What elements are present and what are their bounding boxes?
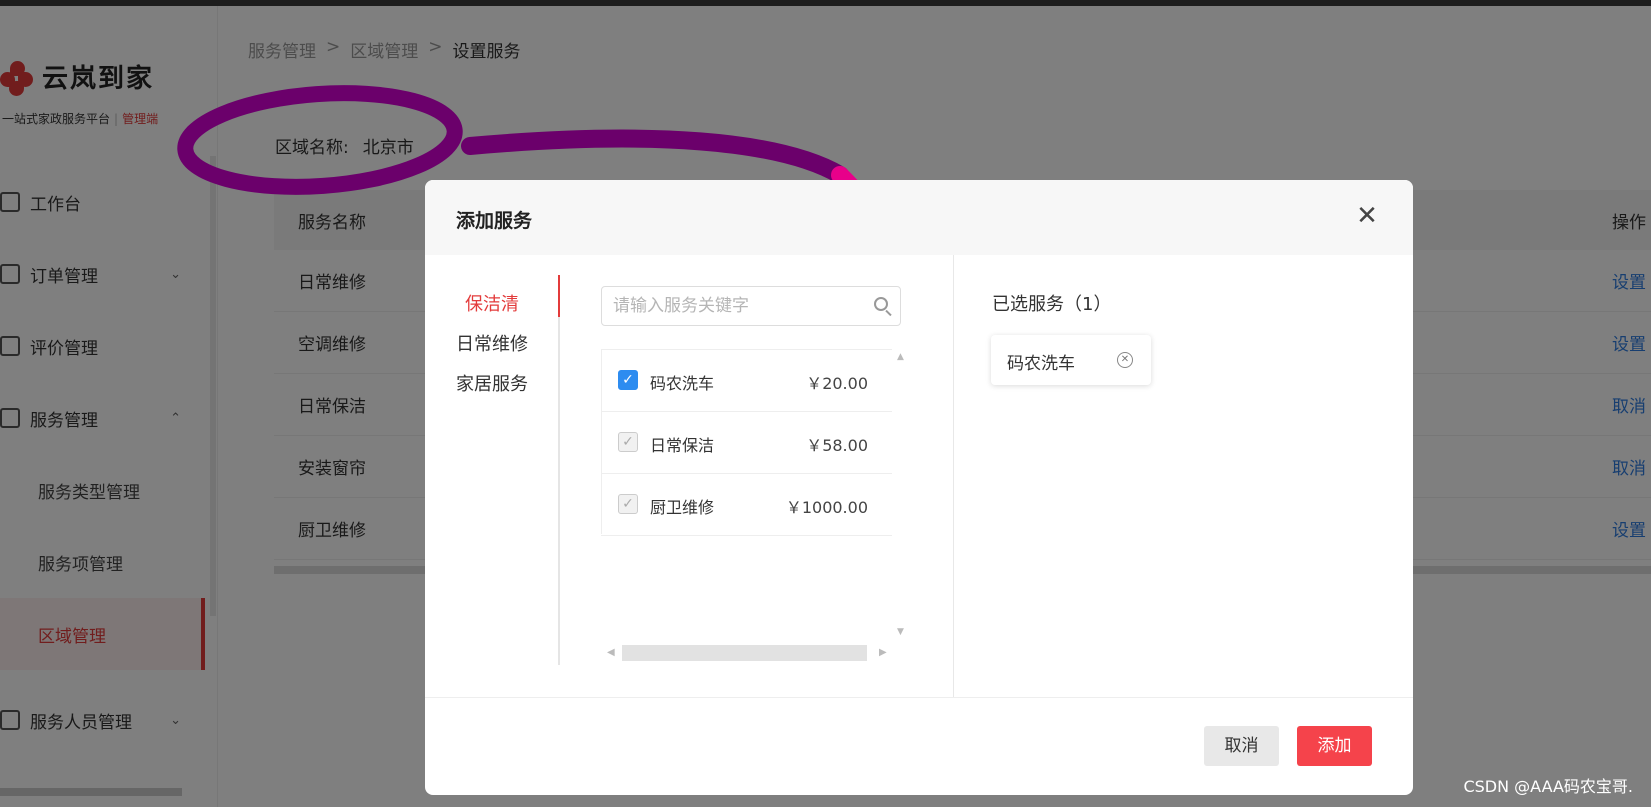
scroll-up-arrow-icon[interactable]: ▲ (897, 352, 904, 362)
dialog-footer: 取消 添加 (425, 697, 1413, 795)
category-item-cleaning[interactable]: 保洁清 (425, 275, 560, 325)
list-item[interactable]: ✓ 日常保洁 ￥58.00 (601, 412, 892, 474)
checkbox-checked-icon[interactable]: ✓ (618, 370, 638, 390)
search-input[interactable] (602, 287, 862, 325)
service-name: 码农洗车 (650, 374, 715, 393)
list-item[interactable]: ✓ 码农洗车 ￥20.00 (601, 350, 892, 412)
service-price: ￥20.00 (806, 374, 868, 393)
service-list: ✓ 码农洗车 ￥20.00 ✓ 日常保洁 ￥58.00 ✓ 厨卫维修 ￥1000… (601, 349, 892, 536)
remove-circle-icon[interactable]: ✕ (1117, 352, 1133, 368)
service-name: 厨卫维修 (650, 498, 715, 517)
checkbox-disabled-icon[interactable]: ✓ (618, 432, 638, 452)
category-item-home[interactable]: 家居服务 (425, 365, 558, 405)
search-icon[interactable] (874, 297, 888, 311)
add-service-dialog: 添加服务 ✕ 保洁清 日常维修 家居服务 ✓ 码农洗车 ￥20.00 ✓ 日常保… (425, 180, 1413, 795)
selected-services-title: 已选服务（1） (992, 294, 1112, 315)
category-item-repair[interactable]: 日常维修 (425, 325, 558, 365)
add-button[interactable]: 添加 (1297, 726, 1372, 766)
list-item[interactable]: ✓ 厨卫维修 ￥1000.00 (601, 474, 892, 536)
scroll-left-arrow-icon[interactable]: ◀ (607, 647, 615, 658)
dialog-title: 添加服务 (456, 210, 533, 232)
list-scrollbar-horizontal[interactable] (622, 645, 867, 661)
dialog-header: 添加服务 ✕ (425, 180, 1413, 255)
service-search (601, 286, 901, 326)
selected-service-label: 码农洗车 (1007, 354, 1075, 374)
close-icon[interactable]: ✕ (1353, 202, 1381, 230)
scroll-right-arrow-icon[interactable]: ▶ (879, 647, 887, 658)
checkbox-disabled-icon[interactable]: ✓ (618, 494, 638, 514)
service-price: ￥1000.00 (785, 498, 868, 517)
panel-divider (953, 255, 954, 697)
category-list: 保洁清 日常维修 家居服务 (425, 275, 560, 665)
cancel-button[interactable]: 取消 (1204, 726, 1279, 766)
service-price: ￥58.00 (806, 436, 868, 455)
scroll-down-arrow-icon[interactable]: ▼ (897, 627, 904, 637)
service-name: 日常保洁 (650, 436, 715, 455)
selected-service-tag: 码农洗车 ✕ (991, 335, 1151, 385)
watermark: CSDN @AAA码农宝哥. (1463, 777, 1633, 796)
